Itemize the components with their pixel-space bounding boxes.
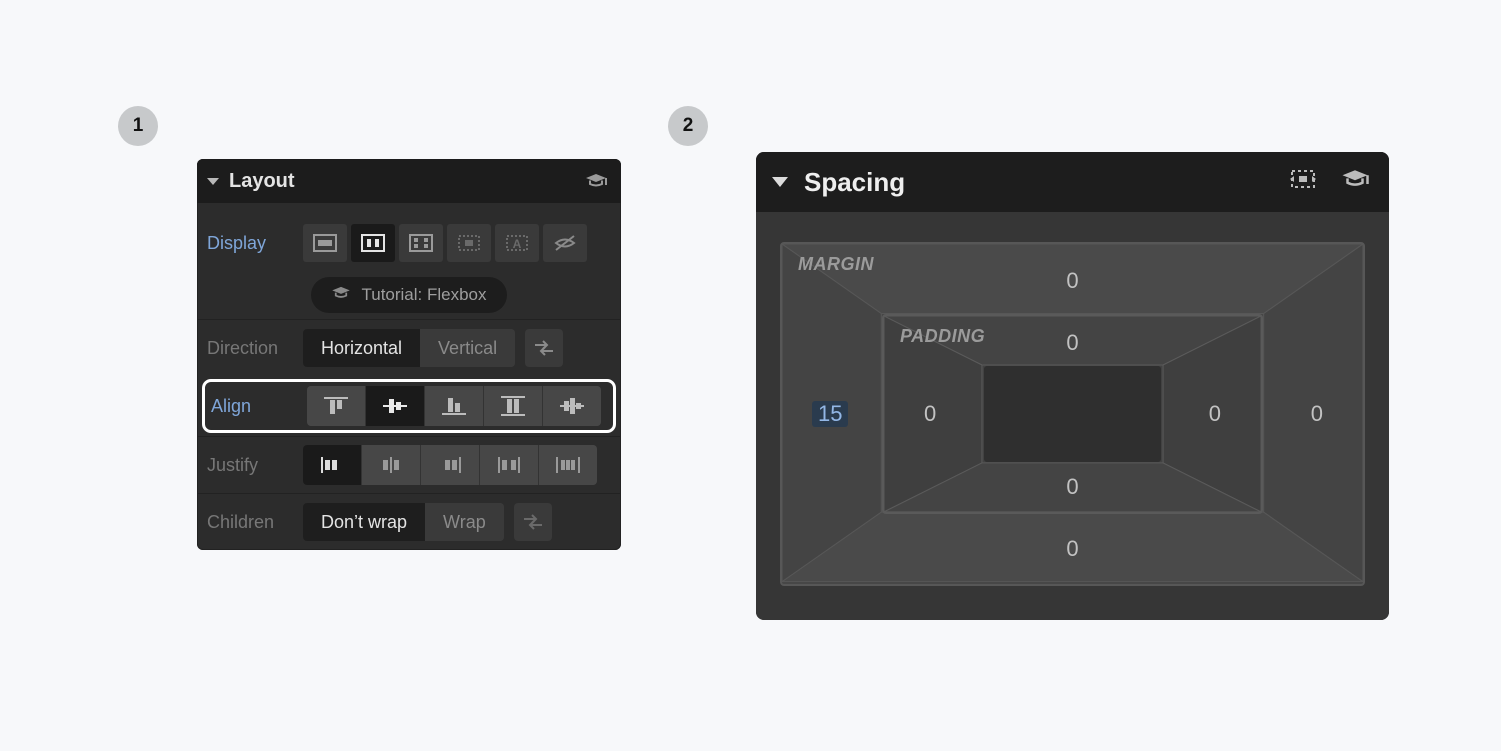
display-row: Display A [197,203,621,271]
direction-vertical-option[interactable]: Vertical [420,329,515,367]
align-center-button[interactable] [366,386,425,426]
direction-label: Direction [207,338,303,359]
layout-panel-header[interactable]: Layout [197,159,621,203]
display-grid-button[interactable] [399,224,443,262]
children-segment: Don’t wrap Wrap [303,503,504,541]
margin-bottom-input[interactable]: 0 [1066,536,1078,562]
margin-box: MARGIN 0 0 0 15 PADDING 0 0 0 0 [780,242,1365,586]
justify-segment [303,445,597,485]
content-box [984,366,1161,462]
display-block-button[interactable] [303,224,347,262]
justify-row: Justify [197,436,621,493]
justify-around-button[interactable] [539,445,597,485]
spacing-panel-header[interactable]: Spacing [756,152,1389,212]
justify-end-button[interactable] [421,445,480,485]
tutorial-pill[interactable]: Tutorial: Flexbox [311,277,506,313]
align-baseline-button[interactable] [543,386,601,426]
direction-segment: Horizontal Vertical [303,329,515,367]
padding-bottom-input[interactable]: 0 [1066,474,1078,500]
chevron-down-icon [207,178,219,185]
padding-box: PADDING 0 0 0 0 [882,314,1263,514]
justify-center-button[interactable] [362,445,421,485]
padding-label: PADDING [900,326,985,347]
padding-right-input[interactable]: 0 [1209,401,1221,427]
spacing-panel: Spacing MARGIN 0 0 0 15 [756,152,1389,620]
justify-between-button[interactable] [480,445,539,485]
display-inline-button[interactable]: A [495,224,539,262]
display-none-button[interactable] [543,224,587,262]
children-label: Children [207,512,303,533]
spacing-presets-icon[interactable] [1289,168,1317,196]
tutorial-icon[interactable] [1341,169,1369,195]
margin-left-input[interactable]: 15 [812,401,848,427]
display-inline-block-button[interactable] [447,224,491,262]
spacing-panel-title: Spacing [804,167,905,198]
layout-panel: Layout Display A Tutorial: Flexbox Direc… [197,159,621,550]
align-stretch-button[interactable] [484,386,543,426]
children-nowrap-option[interactable]: Don’t wrap [303,503,425,541]
direction-horizontal-option[interactable]: Horizontal [303,329,420,367]
mortarboard-icon [331,285,351,305]
align-row: Align [201,378,617,434]
tutorial-row: Tutorial: Flexbox [197,271,621,319]
align-end-button[interactable] [425,386,484,426]
children-wrap-option[interactable]: Wrap [425,503,504,541]
justify-label: Justify [207,455,303,476]
padding-left-input[interactable]: 0 [924,401,936,427]
margin-label: MARGIN [798,254,874,275]
children-row: Children Don’t wrap Wrap [197,493,621,550]
tutorial-label: Tutorial: Flexbox [361,285,486,305]
margin-top-input[interactable]: 0 [1066,268,1078,294]
layout-panel-title: Layout [229,170,295,193]
margin-right-input[interactable]: 0 [1311,401,1323,427]
align-segment [307,386,601,426]
step-badge-2: 2 [668,106,708,146]
direction-reverse-button[interactable] [525,329,563,367]
align-label: Align [211,396,307,417]
align-start-button[interactable] [307,386,366,426]
svg-text:A: A [513,237,522,251]
children-reverse-button[interactable] [514,503,552,541]
tutorial-icon[interactable] [585,173,607,189]
step-badge-1: 1 [118,106,158,146]
padding-top-input[interactable]: 0 [1066,330,1078,356]
justify-start-button[interactable] [303,445,362,485]
display-label: Display [207,233,303,254]
display-flex-button[interactable] [351,224,395,262]
chevron-down-icon [772,177,788,187]
direction-row: Direction Horizontal Vertical [197,319,621,376]
